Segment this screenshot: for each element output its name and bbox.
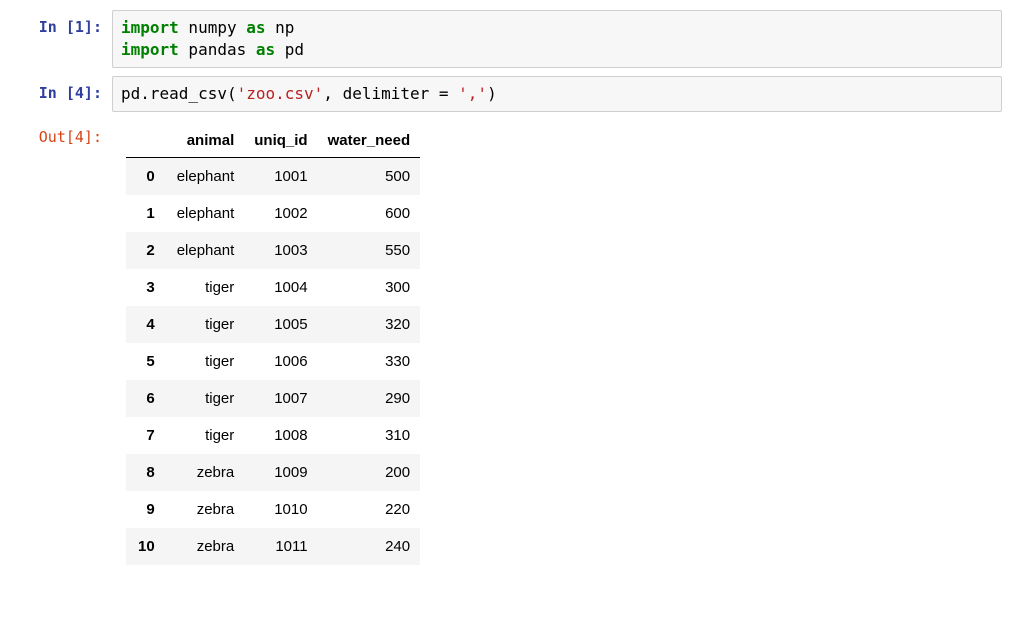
table-cell-uniq_id: 1003: [244, 232, 317, 269]
code-input-4[interactable]: pd.read_csv('zoo.csv', delimiter = ','): [112, 76, 1002, 112]
table-cell-animal: zebra: [167, 491, 245, 528]
table-cell-uniq_id: 1008: [244, 417, 317, 454]
table-cell-animal: elephant: [167, 195, 245, 232]
table-cell-uniq_id: 1001: [244, 158, 317, 196]
table-cell-water_need: 300: [318, 269, 421, 306]
table-row: 2elephant1003550: [126, 232, 420, 269]
table-cell-uniq_id: 1006: [244, 343, 317, 380]
table-col-water-need: water_need: [318, 124, 421, 158]
table-row: 8zebra1009200: [126, 454, 420, 491]
table-cell-water_need: 220: [318, 491, 421, 528]
table-cell-animal: elephant: [167, 232, 245, 269]
table-cell-animal: zebra: [167, 454, 245, 491]
table-cell-water_need: 290: [318, 380, 421, 417]
code-cell: In [1]: import numpy as np import pandas…: [22, 10, 1002, 68]
code-input-1[interactable]: import numpy as np import pandas as pd: [112, 10, 1002, 68]
table-row-index: 8: [126, 454, 167, 491]
table-row: 7tiger1008310: [126, 417, 420, 454]
table-row: 5tiger1006330: [126, 343, 420, 380]
table-row: 4tiger1005320: [126, 306, 420, 343]
table-cell-water_need: 500: [318, 158, 421, 196]
table-cell-uniq_id: 1011: [244, 528, 317, 565]
table-row-index: 6: [126, 380, 167, 417]
code-cell: In [4]: pd.read_csv('zoo.csv', delimiter…: [22, 76, 1002, 112]
table-cell-water_need: 550: [318, 232, 421, 269]
table-cell-uniq_id: 1002: [244, 195, 317, 232]
table-row: 0elephant1001500: [126, 158, 420, 196]
table-col-uniq-id: uniq_id: [244, 124, 317, 158]
table-cell-water_need: 310: [318, 417, 421, 454]
table-cell-animal: tiger: [167, 269, 245, 306]
table-row-index: 3: [126, 269, 167, 306]
table-row: 1elephant1002600: [126, 195, 420, 232]
input-prompt-1: In [1]:: [22, 10, 112, 36]
output-area: animal uniq_id water_need 0elephant10015…: [112, 120, 1002, 565]
table-row-index: 2: [126, 232, 167, 269]
table-cell-animal: tiger: [167, 306, 245, 343]
table-row-index: 7: [126, 417, 167, 454]
output-cell: Out[4]: animal uniq_id water_need 0eleph…: [22, 120, 1002, 565]
table-cell-water_need: 200: [318, 454, 421, 491]
table-row: 3tiger1004300: [126, 269, 420, 306]
table-row-index: 1: [126, 195, 167, 232]
table-cell-uniq_id: 1004: [244, 269, 317, 306]
table-row-index: 5: [126, 343, 167, 380]
table-row-index: 4: [126, 306, 167, 343]
table-cell-animal: elephant: [167, 158, 245, 196]
table-cell-animal: zebra: [167, 528, 245, 565]
table-row: 9zebra1010220: [126, 491, 420, 528]
table-row-index: 9: [126, 491, 167, 528]
dataframe-table: animal uniq_id water_need 0elephant10015…: [126, 124, 420, 565]
table-cell-animal: tiger: [167, 417, 245, 454]
table-row: 6tiger1007290: [126, 380, 420, 417]
table-cell-water_need: 330: [318, 343, 421, 380]
table-cell-water_need: 240: [318, 528, 421, 565]
table-index-header: [126, 124, 167, 158]
table-cell-animal: tiger: [167, 380, 245, 417]
table-cell-uniq_id: 1009: [244, 454, 317, 491]
input-prompt-4: In [4]:: [22, 76, 112, 102]
table-cell-water_need: 320: [318, 306, 421, 343]
table-col-animal: animal: [167, 124, 245, 158]
table-cell-uniq_id: 1007: [244, 380, 317, 417]
table-cell-uniq_id: 1005: [244, 306, 317, 343]
table-row-index: 0: [126, 158, 167, 196]
table-cell-uniq_id: 1010: [244, 491, 317, 528]
table-cell-animal: tiger: [167, 343, 245, 380]
table-row-index: 10: [126, 528, 167, 565]
output-prompt-4: Out[4]:: [22, 120, 112, 146]
table-row: 10zebra1011240: [126, 528, 420, 565]
table-cell-water_need: 600: [318, 195, 421, 232]
table-header-row: animal uniq_id water_need: [126, 124, 420, 158]
